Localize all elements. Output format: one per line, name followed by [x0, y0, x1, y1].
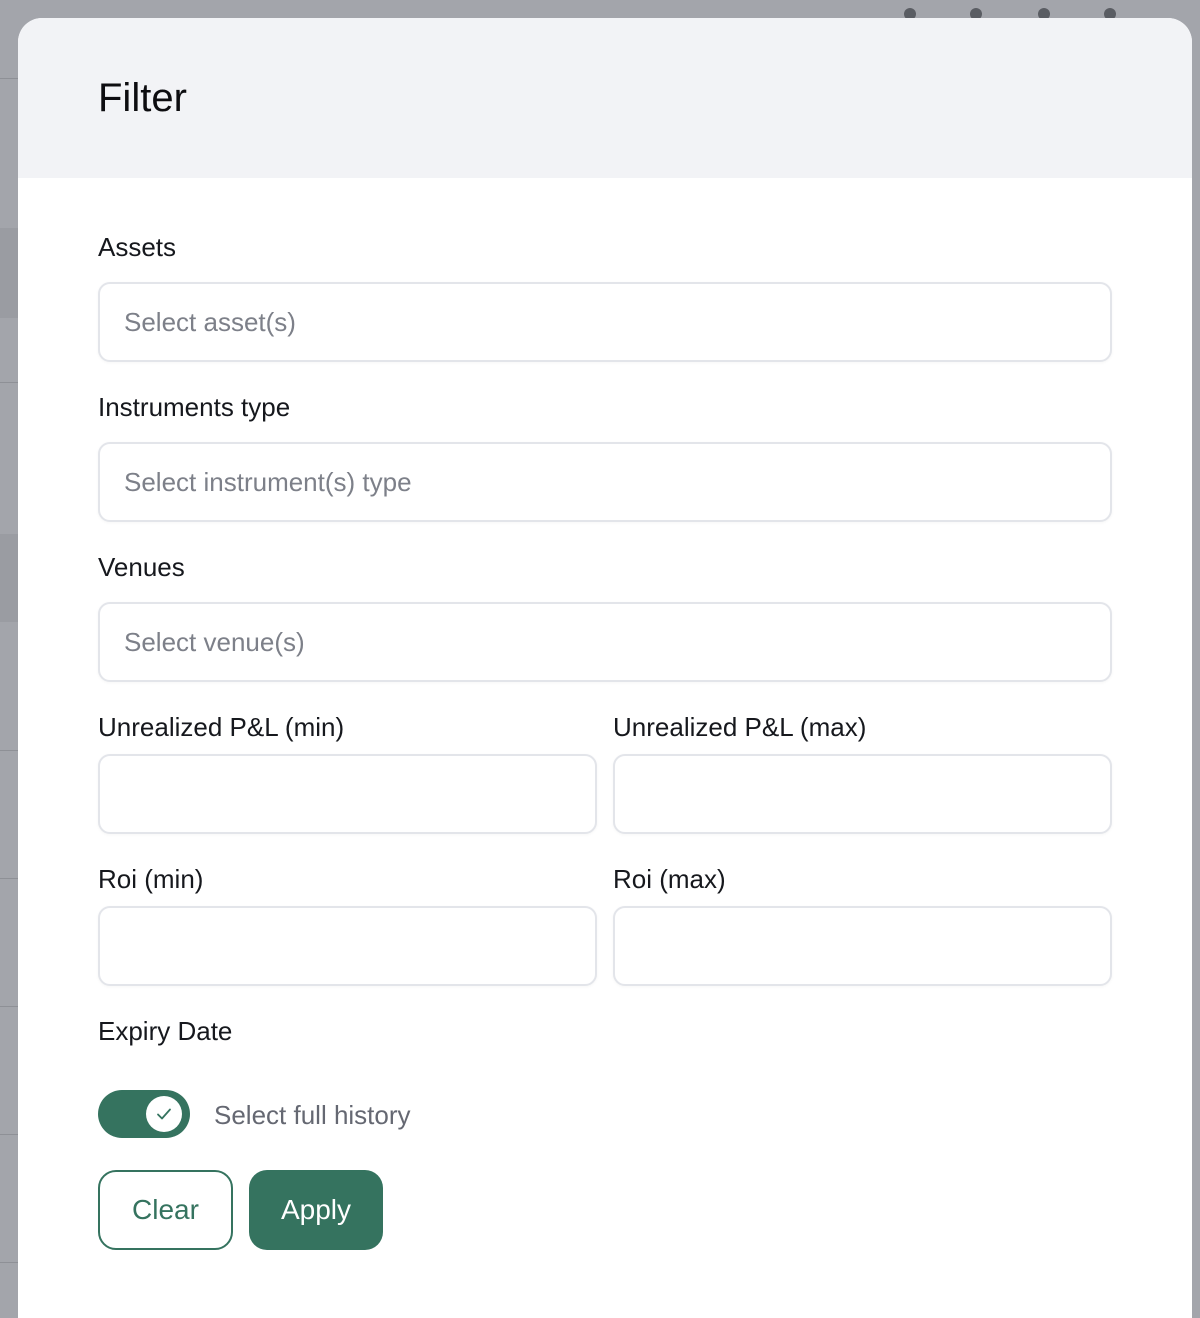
apply-button[interactable]: Apply — [249, 1170, 383, 1250]
instruments-type-label: Instruments type — [98, 392, 291, 422]
modal-title: Filter — [98, 76, 187, 120]
pnl-max-input[interactable] — [613, 754, 1112, 834]
expiry-date-label: Expiry Date — [98, 1016, 233, 1046]
pnl-min-input[interactable] — [98, 754, 597, 834]
filter-modal: Filter Assets Instruments type Venues Un… — [18, 18, 1192, 1318]
background-divider — [0, 750, 18, 751]
venues-label: Venues — [98, 552, 185, 582]
roi-min-label: Roi (min) — [98, 864, 204, 894]
roi-max-input[interactable] — [613, 906, 1112, 986]
venues-select[interactable] — [98, 602, 1112, 682]
instruments-type-select[interactable] — [98, 442, 1112, 522]
background-divider — [0, 78, 18, 79]
toggle-knob — [146, 1096, 182, 1132]
full-history-label: Select full history — [214, 1100, 411, 1130]
check-icon — [157, 1108, 171, 1120]
roi-max-label: Roi (max) — [613, 864, 726, 894]
roi-min-input[interactable] — [98, 906, 597, 986]
pnl-max-label: Unrealized P&L (max) — [613, 712, 867, 742]
background-divider — [0, 1006, 18, 1007]
background-divider — [0, 878, 18, 879]
background-band — [0, 534, 18, 622]
full-history-toggle[interactable] — [98, 1090, 190, 1138]
pnl-min-label: Unrealized P&L (min) — [98, 712, 345, 742]
modal-header: Filter — [18, 18, 1192, 178]
background-band — [0, 228, 18, 318]
assets-select[interactable] — [98, 282, 1112, 362]
background-divider — [0, 382, 18, 383]
clear-button[interactable]: Clear — [98, 1170, 233, 1250]
background-divider — [0, 1134, 18, 1135]
assets-label: Assets — [98, 232, 177, 262]
background-divider — [0, 1262, 18, 1263]
